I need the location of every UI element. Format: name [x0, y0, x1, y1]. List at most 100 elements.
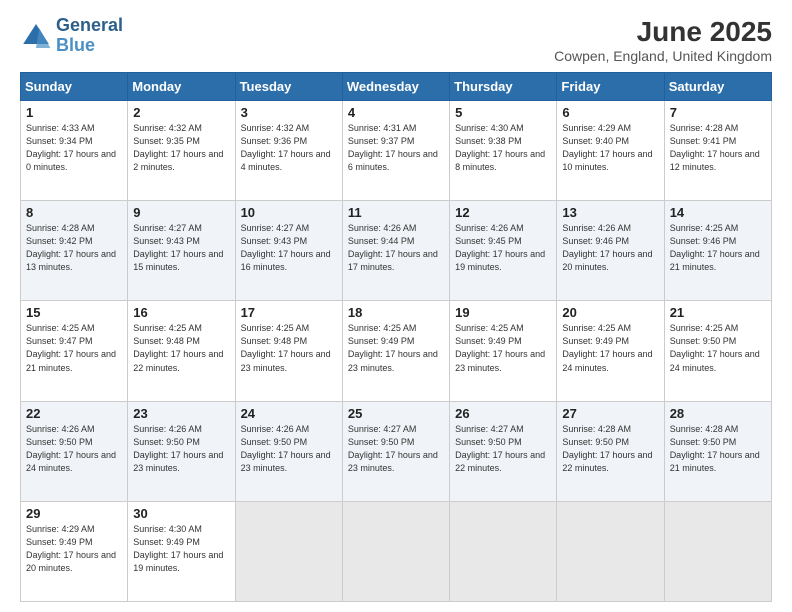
day-info: Sunrise: 4:26 AM Sunset: 9:50 PM Dayligh…	[26, 423, 122, 475]
day-info: Sunrise: 4:25 AM Sunset: 9:48 PM Dayligh…	[133, 322, 229, 374]
day-number: 13	[562, 205, 658, 220]
calendar-cell: 3 Sunrise: 4:32 AM Sunset: 9:36 PM Dayli…	[235, 101, 342, 201]
month-title: June 2025	[554, 16, 772, 48]
day-info: Sunrise: 4:25 AM Sunset: 9:47 PM Dayligh…	[26, 322, 122, 374]
day-number: 29	[26, 506, 122, 521]
calendar-cell	[342, 501, 449, 601]
day-number: 30	[133, 506, 229, 521]
day-number: 5	[455, 105, 551, 120]
calendar-header-friday: Friday	[557, 73, 664, 101]
day-info: Sunrise: 4:32 AM Sunset: 9:36 PM Dayligh…	[241, 122, 337, 174]
calendar-cell: 4 Sunrise: 4:31 AM Sunset: 9:37 PM Dayli…	[342, 101, 449, 201]
calendar-header-tuesday: Tuesday	[235, 73, 342, 101]
calendar-cell: 16 Sunrise: 4:25 AM Sunset: 9:48 PM Dayl…	[128, 301, 235, 401]
day-info: Sunrise: 4:28 AM Sunset: 9:50 PM Dayligh…	[562, 423, 658, 475]
calendar-cell: 19 Sunrise: 4:25 AM Sunset: 9:49 PM Dayl…	[450, 301, 557, 401]
calendar-cell: 25 Sunrise: 4:27 AM Sunset: 9:50 PM Dayl…	[342, 401, 449, 501]
day-number: 4	[348, 105, 444, 120]
day-number: 14	[670, 205, 766, 220]
calendar-cell: 30 Sunrise: 4:30 AM Sunset: 9:49 PM Dayl…	[128, 501, 235, 601]
day-number: 18	[348, 305, 444, 320]
day-info: Sunrise: 4:28 AM Sunset: 9:41 PM Dayligh…	[670, 122, 766, 174]
calendar-cell	[664, 501, 771, 601]
day-number: 9	[133, 205, 229, 220]
calendar-header-sunday: Sunday	[21, 73, 128, 101]
calendar-cell: 6 Sunrise: 4:29 AM Sunset: 9:40 PM Dayli…	[557, 101, 664, 201]
calendar-cell: 1 Sunrise: 4:33 AM Sunset: 9:34 PM Dayli…	[21, 101, 128, 201]
day-info: Sunrise: 4:25 AM Sunset: 9:49 PM Dayligh…	[562, 322, 658, 374]
location-subtitle: Cowpen, England, United Kingdom	[554, 48, 772, 64]
day-info: Sunrise: 4:31 AM Sunset: 9:37 PM Dayligh…	[348, 122, 444, 174]
day-number: 25	[348, 406, 444, 421]
day-number: 15	[26, 305, 122, 320]
day-info: Sunrise: 4:28 AM Sunset: 9:50 PM Dayligh…	[670, 423, 766, 475]
day-info: Sunrise: 4:27 AM Sunset: 9:43 PM Dayligh…	[241, 222, 337, 274]
day-info: Sunrise: 4:27 AM Sunset: 9:50 PM Dayligh…	[455, 423, 551, 475]
day-number: 28	[670, 406, 766, 421]
calendar-cell: 21 Sunrise: 4:25 AM Sunset: 9:50 PM Dayl…	[664, 301, 771, 401]
calendar-cell: 14 Sunrise: 4:25 AM Sunset: 9:46 PM Dayl…	[664, 201, 771, 301]
day-number: 17	[241, 305, 337, 320]
logo: General Blue	[20, 16, 123, 56]
day-info: Sunrise: 4:26 AM Sunset: 9:46 PM Dayligh…	[562, 222, 658, 274]
calendar-cell: 20 Sunrise: 4:25 AM Sunset: 9:49 PM Dayl…	[557, 301, 664, 401]
calendar-cell: 15 Sunrise: 4:25 AM Sunset: 9:47 PM Dayl…	[21, 301, 128, 401]
calendar-cell	[557, 501, 664, 601]
day-info: Sunrise: 4:26 AM Sunset: 9:50 PM Dayligh…	[241, 423, 337, 475]
calendar-week-row: 15 Sunrise: 4:25 AM Sunset: 9:47 PM Dayl…	[21, 301, 772, 401]
day-number: 20	[562, 305, 658, 320]
day-number: 22	[26, 406, 122, 421]
calendar-week-row: 8 Sunrise: 4:28 AM Sunset: 9:42 PM Dayli…	[21, 201, 772, 301]
day-info: Sunrise: 4:25 AM Sunset: 9:46 PM Dayligh…	[670, 222, 766, 274]
calendar-cell	[235, 501, 342, 601]
title-block: June 2025 Cowpen, England, United Kingdo…	[554, 16, 772, 64]
calendar-cell: 28 Sunrise: 4:28 AM Sunset: 9:50 PM Dayl…	[664, 401, 771, 501]
day-number: 2	[133, 105, 229, 120]
day-number: 3	[241, 105, 337, 120]
day-info: Sunrise: 4:30 AM Sunset: 9:38 PM Dayligh…	[455, 122, 551, 174]
calendar-cell: 17 Sunrise: 4:25 AM Sunset: 9:48 PM Dayl…	[235, 301, 342, 401]
day-info: Sunrise: 4:27 AM Sunset: 9:43 PM Dayligh…	[133, 222, 229, 274]
day-number: 26	[455, 406, 551, 421]
day-number: 8	[26, 205, 122, 220]
page: General Blue June 2025 Cowpen, England, …	[0, 0, 792, 612]
day-info: Sunrise: 4:26 AM Sunset: 9:50 PM Dayligh…	[133, 423, 229, 475]
day-number: 10	[241, 205, 337, 220]
calendar-header-saturday: Saturday	[664, 73, 771, 101]
logo-text: General Blue	[56, 16, 123, 56]
calendar-cell: 27 Sunrise: 4:28 AM Sunset: 9:50 PM Dayl…	[557, 401, 664, 501]
calendar-week-row: 22 Sunrise: 4:26 AM Sunset: 9:50 PM Dayl…	[21, 401, 772, 501]
day-info: Sunrise: 4:29 AM Sunset: 9:40 PM Dayligh…	[562, 122, 658, 174]
day-number: 24	[241, 406, 337, 421]
day-info: Sunrise: 4:25 AM Sunset: 9:49 PM Dayligh…	[455, 322, 551, 374]
calendar-cell: 18 Sunrise: 4:25 AM Sunset: 9:49 PM Dayl…	[342, 301, 449, 401]
calendar-header-row: SundayMondayTuesdayWednesdayThursdayFrid…	[21, 73, 772, 101]
day-info: Sunrise: 4:32 AM Sunset: 9:35 PM Dayligh…	[133, 122, 229, 174]
calendar-cell: 11 Sunrise: 4:26 AM Sunset: 9:44 PM Dayl…	[342, 201, 449, 301]
day-info: Sunrise: 4:25 AM Sunset: 9:48 PM Dayligh…	[241, 322, 337, 374]
calendar-cell: 8 Sunrise: 4:28 AM Sunset: 9:42 PM Dayli…	[21, 201, 128, 301]
day-info: Sunrise: 4:26 AM Sunset: 9:44 PM Dayligh…	[348, 222, 444, 274]
day-info: Sunrise: 4:29 AM Sunset: 9:49 PM Dayligh…	[26, 523, 122, 575]
header: General Blue June 2025 Cowpen, England, …	[20, 16, 772, 64]
day-number: 1	[26, 105, 122, 120]
day-number: 21	[670, 305, 766, 320]
day-number: 27	[562, 406, 658, 421]
day-number: 19	[455, 305, 551, 320]
calendar-header-monday: Monday	[128, 73, 235, 101]
day-info: Sunrise: 4:27 AM Sunset: 9:50 PM Dayligh…	[348, 423, 444, 475]
calendar-cell: 12 Sunrise: 4:26 AM Sunset: 9:45 PM Dayl…	[450, 201, 557, 301]
day-number: 23	[133, 406, 229, 421]
calendar-cell: 24 Sunrise: 4:26 AM Sunset: 9:50 PM Dayl…	[235, 401, 342, 501]
calendar-week-row: 29 Sunrise: 4:29 AM Sunset: 9:49 PM Dayl…	[21, 501, 772, 601]
calendar-cell: 9 Sunrise: 4:27 AM Sunset: 9:43 PM Dayli…	[128, 201, 235, 301]
logo-icon	[20, 20, 52, 52]
calendar-cell: 26 Sunrise: 4:27 AM Sunset: 9:50 PM Dayl…	[450, 401, 557, 501]
day-number: 11	[348, 205, 444, 220]
calendar-header-wednesday: Wednesday	[342, 73, 449, 101]
day-number: 16	[133, 305, 229, 320]
calendar-header-thursday: Thursday	[450, 73, 557, 101]
calendar-cell	[450, 501, 557, 601]
calendar-table: SundayMondayTuesdayWednesdayThursdayFrid…	[20, 72, 772, 602]
day-number: 6	[562, 105, 658, 120]
